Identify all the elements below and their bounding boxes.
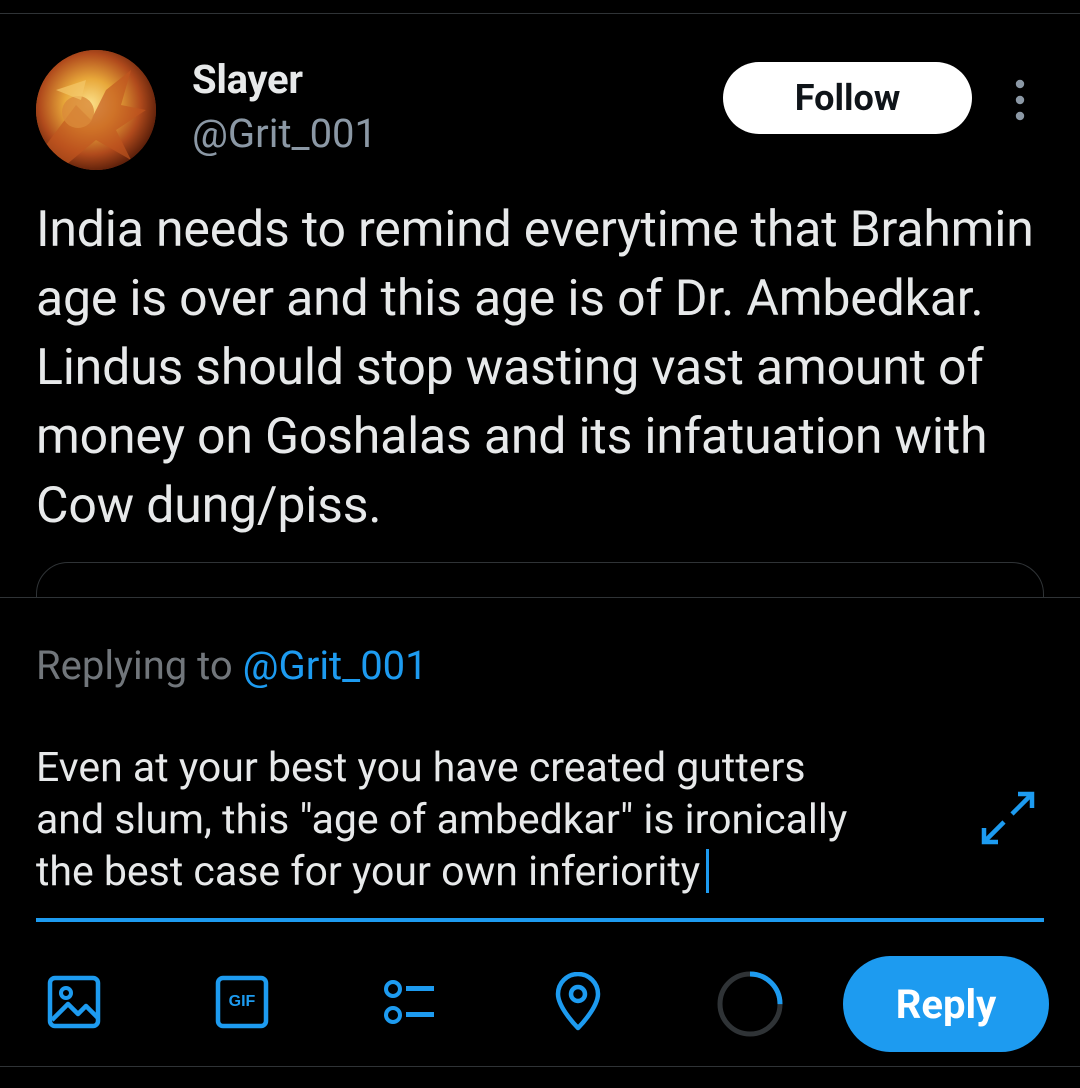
bottom-divider	[0, 1066, 1080, 1067]
input-underline	[36, 918, 1044, 922]
location-icon[interactable]	[548, 972, 608, 1032]
replying-handle-link[interactable]: @Grit_001	[243, 642, 428, 689]
follow-button[interactable]: Follow	[723, 62, 972, 134]
replying-to-label: Replying to @Grit_001	[36, 640, 428, 692]
reply-text-input[interactable]: Even at your best you have created gutte…	[36, 742, 956, 898]
replying-prefix: Replying to	[36, 642, 233, 689]
expand-icon[interactable]	[978, 788, 1038, 848]
character-count-progress	[717, 971, 783, 1037]
gif-icon[interactable]: GIF	[212, 972, 272, 1032]
avatar[interactable]	[36, 50, 156, 170]
gif-label: GIF	[228, 993, 256, 1010]
user-handle[interactable]: @Grit_001	[192, 110, 377, 158]
text-caret	[706, 849, 710, 893]
display-name[interactable]: Slayer	[192, 56, 303, 104]
reply-button[interactable]: Reply	[843, 956, 1049, 1052]
more-options-icon[interactable]	[1004, 78, 1036, 122]
tweet-text: India needs to remind everytime that Bra…	[36, 201, 1034, 535]
top-divider	[0, 0, 1080, 14]
image-icon[interactable]	[44, 972, 104, 1032]
reply-text-content: Even at your best you have created gutte…	[36, 744, 848, 896]
avatar-image	[36, 50, 156, 170]
poll-icon[interactable]	[380, 972, 440, 1032]
